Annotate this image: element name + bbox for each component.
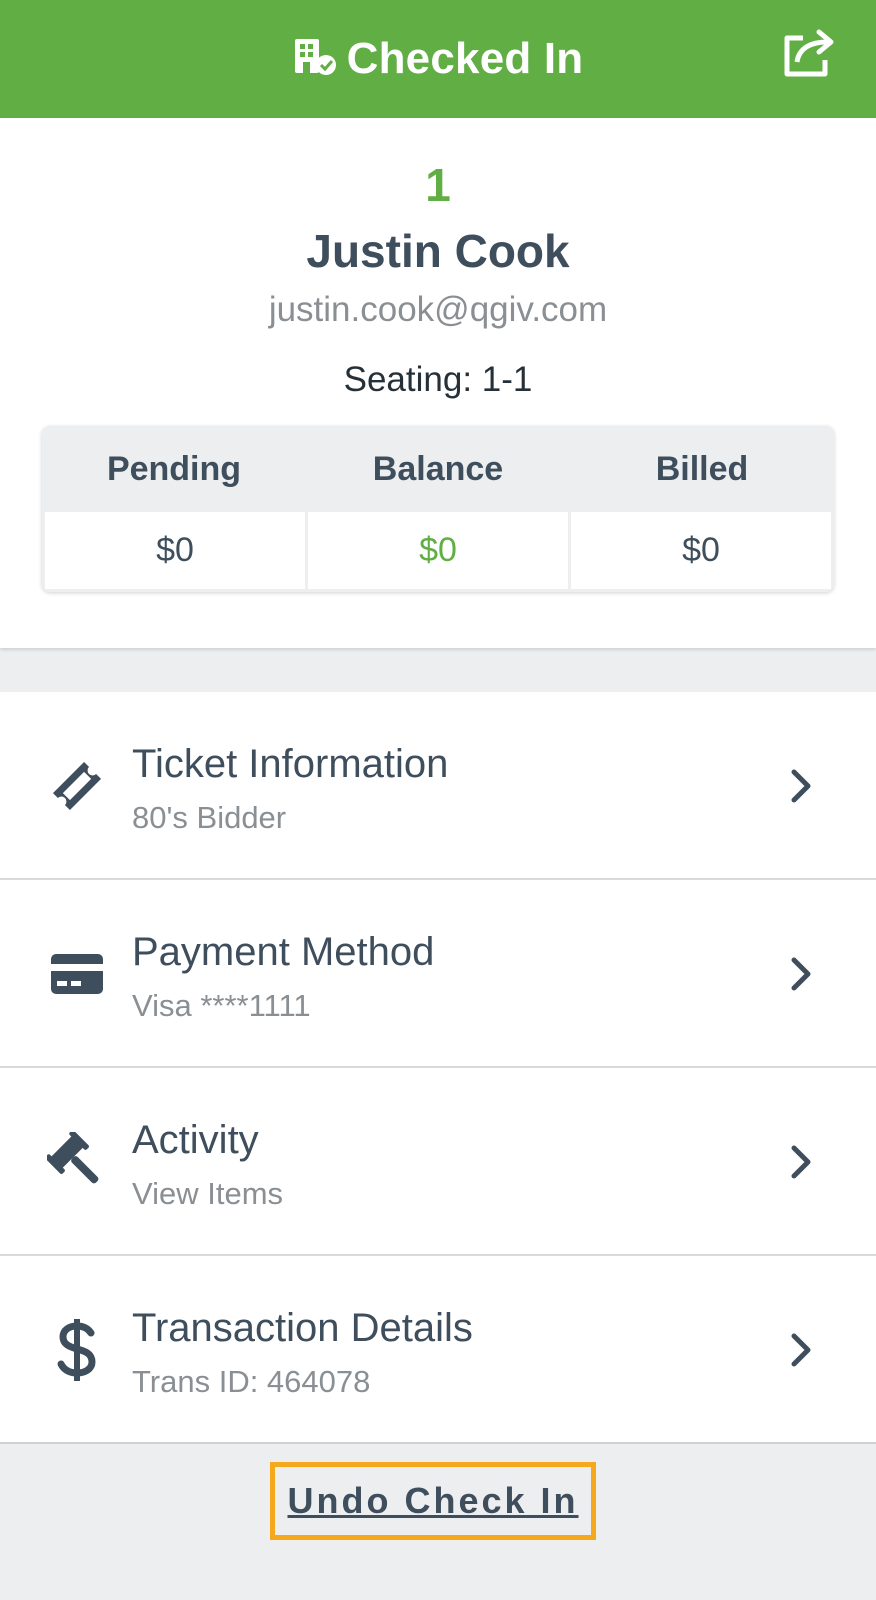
billed-value: $0	[571, 512, 831, 589]
credit-card-icon	[44, 932, 110, 1016]
header-title-group: Checked In	[293, 34, 584, 84]
menu-item-subtitle: Trans ID: 464078	[132, 1364, 371, 1399]
gavel-icon	[44, 1120, 110, 1204]
detail-menu: Ticket Information 80's Bidder Payment M…	[0, 692, 876, 1444]
chevron-right-icon	[791, 957, 811, 991]
menu-item-transaction-details[interactable]: Transaction Details Trans ID: 464078	[0, 1256, 876, 1444]
menu-item-title: Activity	[132, 1118, 259, 1162]
undo-check-in-button[interactable]: Undo Check In	[270, 1462, 596, 1540]
totals-header-row: Pending Balance Billed	[42, 426, 834, 512]
menu-item-subtitle: 80's Bidder	[132, 800, 287, 835]
page-title: Checked In	[346, 34, 584, 83]
seating-info: Seating: 1-1	[343, 360, 533, 399]
menu-item-title: Transaction Details	[132, 1306, 473, 1350]
attendee-name: Justin Cook	[306, 225, 570, 277]
profile-card: 1 Justin Cook justin.cook@qgiv.com Seati…	[0, 118, 876, 648]
menu-item-title: Ticket Information	[132, 742, 449, 786]
ticket-icon	[44, 744, 110, 828]
menu-item-subtitle: Visa ****1111	[132, 988, 311, 1023]
app-header: Checked In	[0, 0, 876, 118]
billed-header: Billed	[655, 449, 749, 488]
pending-value: $0	[45, 512, 305, 589]
menu-item-ticket-information[interactable]: Ticket Information 80's Bidder	[0, 692, 876, 880]
undo-check-in-link[interactable]: Undo Check In	[287, 1480, 578, 1522]
menu-item-payment-method[interactable]: Payment Method Visa ****1111	[0, 880, 876, 1068]
building-check-icon	[293, 37, 339, 82]
share-button[interactable]	[780, 28, 840, 82]
chevron-right-icon	[791, 769, 811, 803]
share-icon	[781, 28, 839, 83]
menu-item-activity[interactable]: Activity View Items	[0, 1068, 876, 1256]
menu-item-title: Payment Method	[132, 930, 435, 974]
totals-value-row: $0 $0 $0	[42, 512, 834, 592]
pending-header: Pending	[106, 449, 242, 488]
chevron-right-icon	[791, 1333, 811, 1367]
chevron-right-icon	[791, 1145, 811, 1179]
bidder-number: 1	[425, 159, 451, 211]
balance-value: $0	[308, 512, 568, 589]
dollar-icon	[44, 1308, 110, 1392]
balance-header: Balance	[372, 449, 504, 488]
attendee-email: justin.cook@qgiv.com	[268, 290, 608, 329]
menu-item-subtitle: View Items	[132, 1176, 284, 1211]
totals-table: Pending Balance Billed $0 $0 $0	[42, 426, 834, 592]
